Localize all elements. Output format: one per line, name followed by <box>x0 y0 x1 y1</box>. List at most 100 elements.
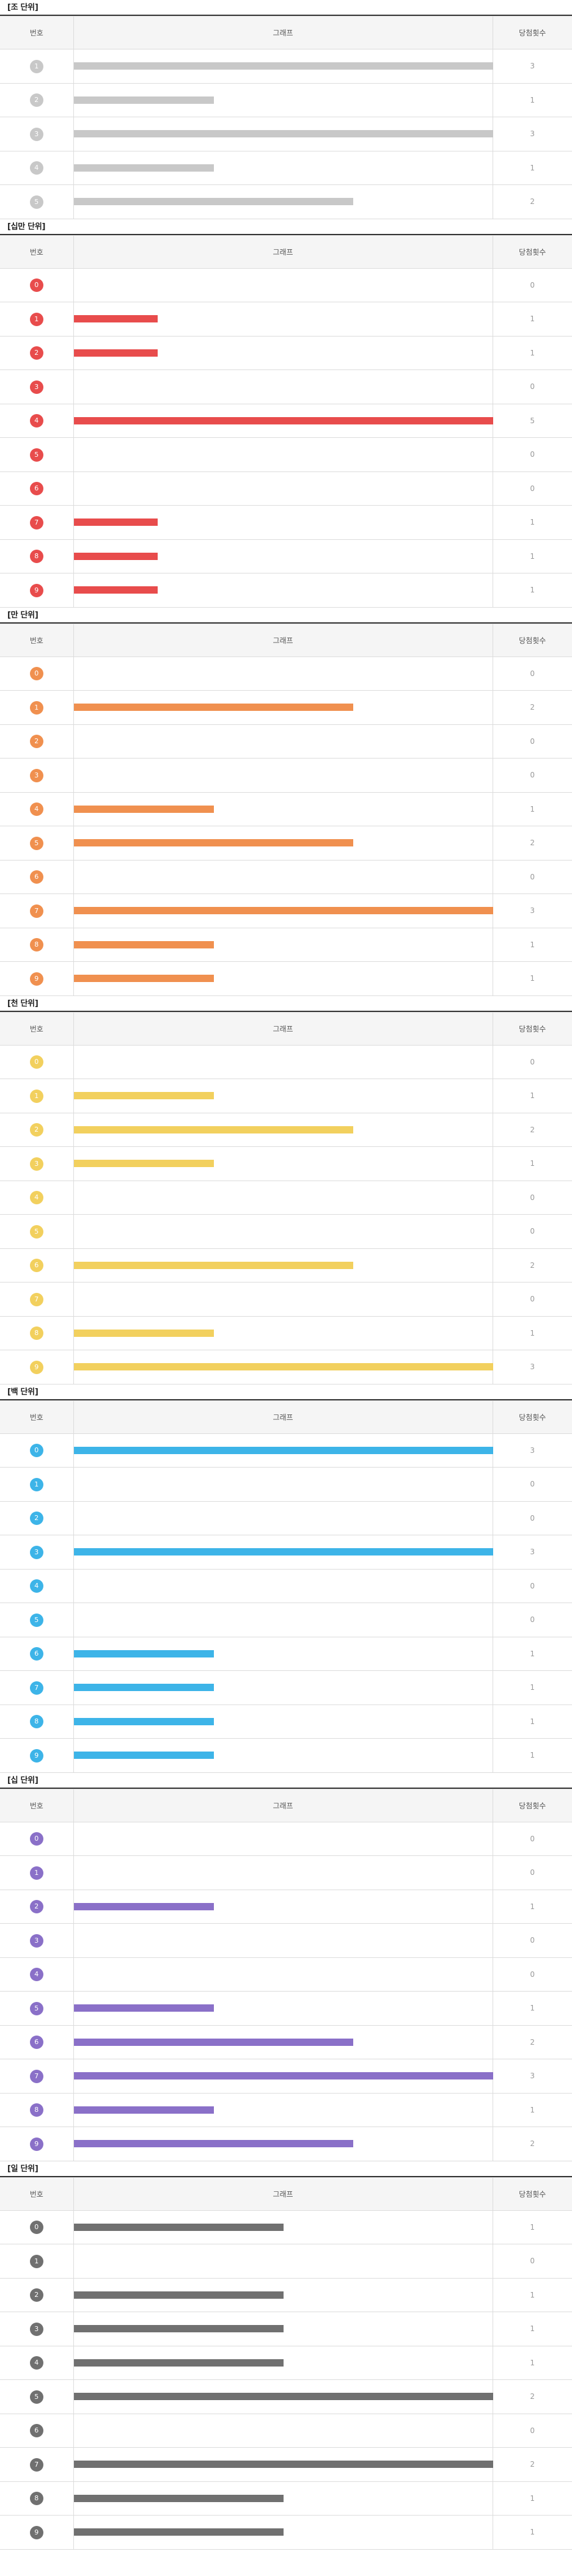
number-cell: 3 <box>0 2312 74 2346</box>
number-cell: 9 <box>0 2127 74 2161</box>
frequency-bar <box>73 975 214 983</box>
number-ball: 4 <box>29 802 43 817</box>
count-cell: 1 <box>492 1146 572 1181</box>
graph-cell <box>73 1112 493 1147</box>
number-ball: 9 <box>29 1748 43 1763</box>
frequency-table: 번호 그래프 당첨횟수 0 0 1 0 2 1 3 0 4 0 5 1 6 2 7 3 8 1 9 2 <box>0 1788 572 2161</box>
graph-cell <box>73 1315 493 1350</box>
graph-cell <box>73 656 493 691</box>
count-cell: 0 <box>492 369 572 404</box>
table-row: 03 <box>0 1433 572 1468</box>
number-ball: 3 <box>29 768 43 782</box>
graph-cell <box>73 1821 493 1856</box>
count-cell: 1 <box>492 1738 572 1773</box>
number-cell: 4 <box>0 1180 74 1215</box>
frequency-bar <box>73 2072 493 2080</box>
table-row: 20 <box>0 1501 572 1535</box>
number-cell: 5 <box>0 1603 74 1637</box>
table-row: 91 <box>0 961 572 996</box>
frequency-bar <box>73 1902 214 1910</box>
graph-cell <box>73 2379 493 2414</box>
table-row: 20 <box>0 724 572 759</box>
section-title: [조 단위] <box>0 0 572 16</box>
graph-cell <box>73 1603 493 1637</box>
number-ball: 6 <box>29 1259 43 1273</box>
number-ball: 8 <box>29 1326 43 1341</box>
table-row: 50 <box>0 1603 572 1637</box>
graph-cell <box>73 1923 493 1958</box>
frequency-bar <box>73 2461 493 2469</box>
count-cell: 2 <box>492 1248 572 1283</box>
frequency-bar <box>73 1684 214 1692</box>
frequency-bar <box>73 1092 214 1100</box>
number-cell: 7 <box>0 2447 74 2482</box>
header-number: 번호 <box>0 235 74 269</box>
number-ball: 1 <box>29 59 43 73</box>
number-cell: 4 <box>0 791 74 826</box>
table-row: 62 <box>0 1248 572 1283</box>
frequency-table: 번호 그래프 당첨횟수 0 0 1 1 2 1 3 0 4 5 5 0 6 0 7 1 8 1 9 1 <box>0 235 572 608</box>
frequency-bar <box>73 1329 214 1337</box>
graph-cell <box>73 859 493 894</box>
count-cell: 0 <box>492 267 572 302</box>
number-cell: 0 <box>0 267 74 302</box>
frequency-bar <box>73 1160 214 1168</box>
number-ball: 8 <box>29 1715 43 1729</box>
number-ball: 3 <box>29 127 43 141</box>
frequency-bar <box>73 941 214 948</box>
number-cell: 1 <box>0 690 74 725</box>
table-row: 22 <box>0 1112 572 1147</box>
graph-cell <box>73 2277 493 2312</box>
graph-cell <box>73 927 493 962</box>
count-cell: 2 <box>492 826 572 860</box>
graph-cell <box>73 2244 493 2279</box>
count-cell: 0 <box>492 1821 572 1856</box>
number-cell: 8 <box>0 1704 74 1739</box>
table-row: 40 <box>0 1568 572 1603</box>
header-number: 번호 <box>0 623 74 657</box>
table-row: 91 <box>0 573 572 608</box>
number-ball: 6 <box>29 482 43 496</box>
graph-cell <box>73 1467 493 1502</box>
number-cell: 0 <box>0 1433 74 1468</box>
frequency-table: 번호 그래프 당첨횟수 1 3 2 1 3 3 4 1 5 2 <box>0 16 572 219</box>
frequency-bar <box>73 552 158 560</box>
number-ball: 1 <box>29 2254 43 2268</box>
number-cell: 2 <box>0 2277 74 2312</box>
table-row: 30 <box>0 369 572 404</box>
table-row: 51 <box>0 1991 572 2026</box>
graph-cell <box>73 1079 493 1113</box>
count-cell: 3 <box>492 1535 572 1570</box>
frequency-bar <box>73 518 158 526</box>
count-cell: 1 <box>492 2312 572 2346</box>
table-row: 50 <box>0 1214 572 1249</box>
frequency-bar <box>73 349 158 357</box>
count-cell: 1 <box>492 2210 572 2244</box>
number-cell: 4 <box>0 1568 74 1603</box>
count-cell: 1 <box>492 1670 572 1705</box>
number-ball: 4 <box>29 1968 43 1982</box>
graph-cell <box>73 1214 493 1249</box>
header-number: 번호 <box>0 1011 74 1046</box>
table-row: 10 <box>0 1855 572 1890</box>
number-cell: 1 <box>0 49 74 84</box>
number-ball: 1 <box>29 1089 43 1103</box>
table-row: 00 <box>0 656 572 691</box>
table-header-row: 번호 그래프 당첨횟수 <box>0 16 572 49</box>
number-cell: 8 <box>0 2092 74 2127</box>
count-cell: 1 <box>492 791 572 826</box>
number-cell: 4 <box>0 403 74 438</box>
count-cell: 2 <box>492 1112 572 1147</box>
table-row: 31 <box>0 2312 572 2346</box>
graph-cell <box>73 1991 493 2026</box>
frequency-bar <box>73 2004 214 2012</box>
count-cell: 0 <box>492 1044 572 1079</box>
table-row: 41 <box>0 2345 572 2380</box>
table-row: 91 <box>0 1738 572 1773</box>
number-cell: 7 <box>0 1282 74 1317</box>
digit-section: [천 단위] 번호 그래프 당첨횟수 0 0 1 1 2 2 3 1 4 0 5 0 6 2 7 0 8 1 9 3 <box>0 996 572 1384</box>
count-cell: 3 <box>492 893 572 928</box>
number-ball: 0 <box>29 2221 43 2235</box>
section-title: [십 단위] <box>0 1773 572 1789</box>
count-cell: 0 <box>492 1214 572 1249</box>
